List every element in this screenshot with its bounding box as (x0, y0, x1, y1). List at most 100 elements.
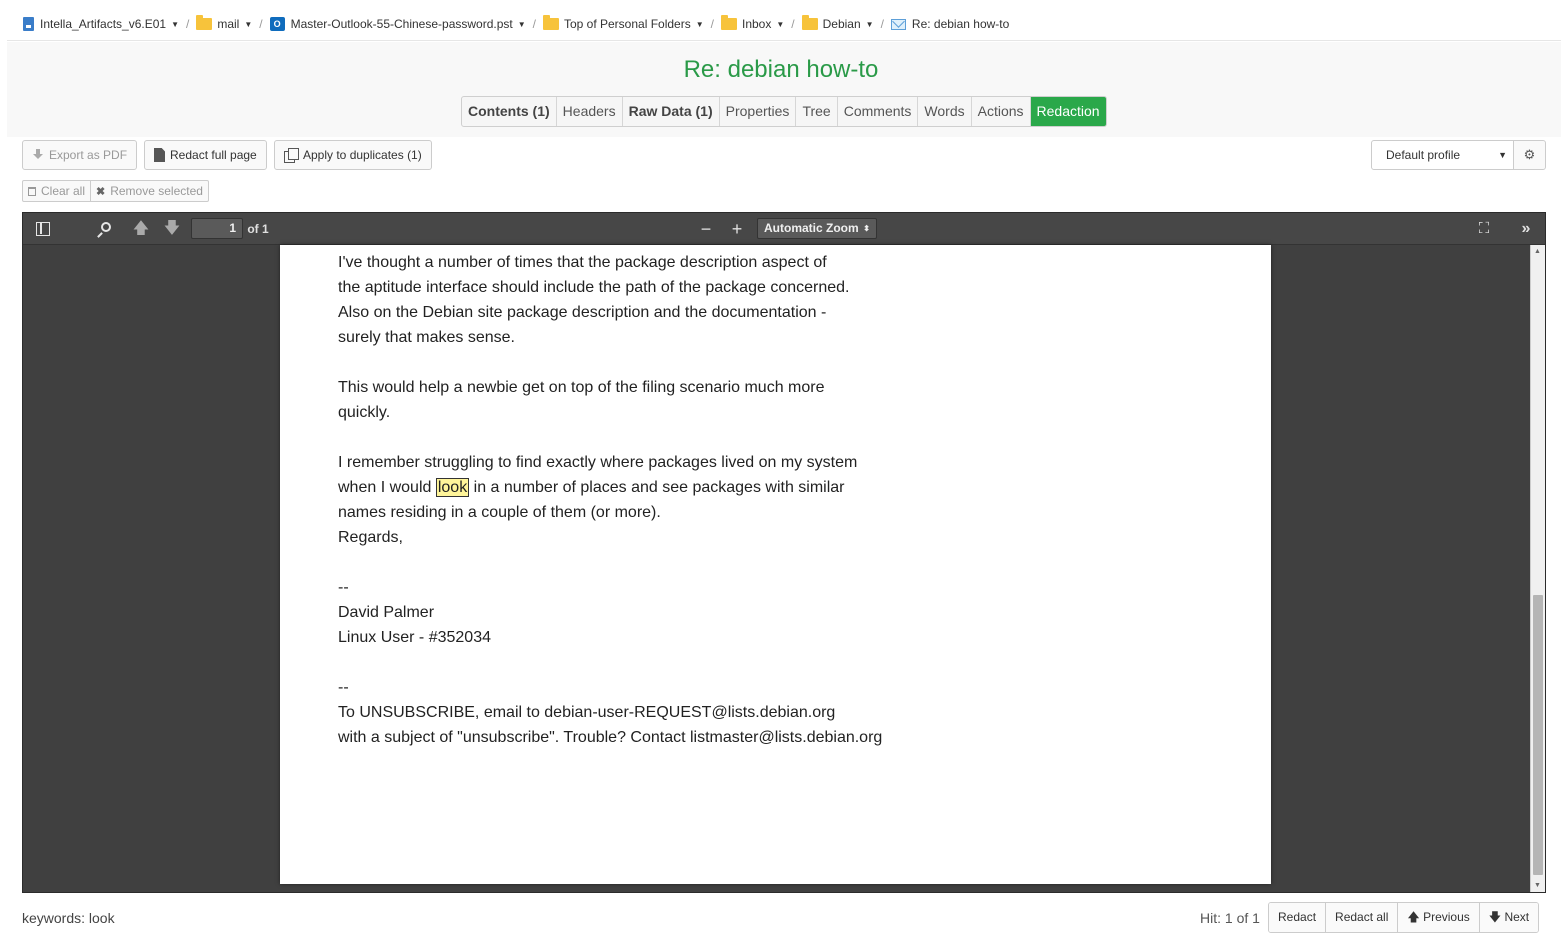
apply-to-duplicates-label: Apply to duplicates (1) (303, 148, 422, 162)
breadcrumb-item-evidence[interactable]: Intella_Artifacts_v6.E01 ▼ (23, 17, 179, 31)
body-line: surely that makes sense. (338, 329, 515, 346)
email-icon (890, 18, 906, 30)
disk-image-icon (23, 17, 34, 31)
pdf-toolbar: 🡅 🡇 1 of 1 − + Automatic Zoom ⬍ ⛶ » (23, 213, 1545, 245)
redaction-profile-select[interactable]: Default profile ▼ (1371, 140, 1514, 170)
tab-actions[interactable]: Actions (972, 97, 1031, 126)
body-line: David Palmer (338, 604, 435, 621)
next-label: Next (1504, 910, 1530, 924)
body-line: quickly. (338, 404, 391, 421)
double-chevron-right-icon[interactable]: » (1515, 213, 1537, 245)
pdf-page: I've thought a number of times that the … (280, 245, 1271, 884)
zoom-select[interactable]: Automatic Zoom ⬍ (757, 218, 877, 239)
tab-redaction[interactable]: Redaction (1030, 97, 1106, 126)
scroll-up-icon[interactable]: ▲ (1534, 248, 1541, 255)
profile-selected-value: Default profile (1386, 148, 1461, 162)
vertical-scrollbar[interactable]: ▲ ▼ (1530, 245, 1545, 892)
caret-down-icon[interactable]: ▼ (171, 20, 179, 29)
search-icon[interactable] (101, 222, 111, 232)
folder-icon (196, 15, 213, 30)
export-pdf-label: Export as PDF (49, 148, 128, 162)
hit-line-before: when I would (338, 479, 436, 496)
gear-icon: ⚙ (1523, 147, 1536, 162)
remove-selected-button[interactable]: ✖ Remove selected (90, 180, 209, 202)
clear-all-label: Clear all (41, 184, 86, 198)
breadcrumb-item-pst[interactable]: O Master-Outlook-55-Chinese-password.pst ▼ (269, 17, 526, 31)
chevron-updown-icon: ⬍ (863, 224, 870, 233)
arrow-down-icon[interactable]: 🡇 (162, 213, 182, 245)
caret-down-icon[interactable]: ▼ (518, 20, 526, 29)
file-icon (154, 148, 165, 162)
tab-headers[interactable]: Headers (557, 97, 623, 126)
breadcrumb-label: Re: debian how-to (911, 17, 1010, 31)
body-line (338, 650, 882, 675)
breadcrumb-label: Master-Outlook-55-Chinese-password.pst (290, 17, 513, 31)
arrow-up-icon[interactable]: 🡅 (131, 213, 151, 245)
fullscreen-icon[interactable]: ⛶ (1473, 213, 1495, 245)
download-icon (32, 149, 44, 161)
tab-contents[interactable]: Contents (1) (462, 97, 557, 126)
scrollbar-thumb[interactable] (1533, 595, 1543, 875)
breadcrumb-separator: / (880, 17, 884, 31)
zoom-value: Automatic Zoom (764, 221, 859, 235)
body-line: -- (338, 679, 349, 696)
body-line: I've thought a number of times that the … (338, 254, 827, 271)
body-line-with-hit: when I would look in a number of places … (338, 475, 882, 500)
apply-to-duplicates-button[interactable]: Apply to duplicates (1) (274, 140, 432, 170)
caret-down-icon[interactable]: ▼ (866, 20, 874, 29)
arrow-up-icon: 🡅 (1407, 910, 1420, 924)
tab-words[interactable]: Words (918, 97, 972, 126)
caret-down-icon[interactable]: ▼ (776, 20, 784, 29)
zoom-out-button[interactable]: − (696, 213, 716, 245)
clear-all-button[interactable]: Clear all (22, 180, 92, 202)
body-line: the aptitude interface should include th… (338, 279, 850, 296)
page-number-input[interactable]: 1 (191, 218, 243, 239)
redact-full-page-button[interactable]: Redact full page (144, 140, 267, 170)
body-line: -- (338, 579, 349, 596)
export-pdf-button[interactable]: Export as PDF (22, 140, 138, 170)
tab-properties[interactable]: Properties (720, 97, 797, 126)
body-line: names residing in a couple of them (or m… (338, 504, 661, 521)
profile-settings-button[interactable]: ⚙ (1513, 140, 1546, 170)
tab-tree[interactable]: Tree (796, 97, 838, 126)
breadcrumb-item-mail[interactable]: mail ▼ (196, 15, 252, 31)
breadcrumb-label: Debian (822, 17, 861, 31)
breadcrumb-separator: / (710, 17, 714, 31)
body-line: with a subject of "unsubscribe". Trouble… (338, 729, 883, 746)
breadcrumb-item-debian[interactable]: Debian ▼ (801, 15, 874, 31)
body-line: Linux User - #352034 (338, 629, 491, 646)
redact-button[interactable]: Redact (1269, 903, 1327, 932)
body-line: I remember struggling to find exactly wh… (338, 454, 858, 471)
body-line: To UNSUBSCRIBE, email to debian-user-REQ… (338, 704, 836, 721)
breadcrumb-label: Inbox (741, 17, 772, 31)
previous-hit-button[interactable]: 🡅 Previous (1398, 903, 1480, 932)
redact-full-page-label: Redact full page (170, 148, 257, 162)
breadcrumb-separator: / (259, 17, 263, 31)
caret-down-icon[interactable]: ▼ (244, 20, 252, 29)
hit-line-after: in a number of places and see packages w… (469, 479, 845, 496)
breadcrumb-item-top-folders[interactable]: Top of Personal Folders ▼ (542, 15, 704, 31)
scroll-down-icon[interactable]: ▼ (1534, 882, 1541, 889)
hit-counter: Hit: 1 of 1 (1200, 910, 1260, 926)
breadcrumb-label: mail (217, 17, 240, 31)
keyword-hit-highlight[interactable]: look (435, 478, 470, 497)
copy-icon (284, 148, 299, 163)
pdf-viewer: 🡅 🡇 1 of 1 − + Automatic Zoom ⬍ ⛶ » I've… (22, 212, 1546, 893)
folder-icon (542, 15, 559, 30)
email-body: I've thought a number of times that the … (338, 250, 882, 750)
hit-navigation: Redact Redact all 🡅 Previous 🡇 Next (1268, 902, 1540, 933)
zoom-in-button[interactable]: + (727, 213, 747, 245)
breadcrumb-separator: / (791, 17, 795, 31)
tab-raw-data[interactable]: Raw Data (1) (623, 97, 720, 126)
body-line (338, 350, 882, 375)
next-hit-button[interactable]: 🡇 Next (1479, 903, 1539, 932)
breadcrumb: Intella_Artifacts_v6.E01 ▼ / mail ▼ / O Mas… (7, 8, 1561, 41)
redact-all-button[interactable]: Redact all (1326, 903, 1399, 932)
chevron-down-icon: ▼ (1498, 150, 1507, 160)
caret-down-icon[interactable]: ▼ (696, 20, 704, 29)
body-line (338, 550, 882, 575)
tab-comments[interactable]: Comments (838, 97, 919, 126)
page-title: Re: debian how-to (683, 56, 879, 83)
breadcrumb-item-inbox[interactable]: Inbox ▼ (720, 15, 784, 31)
sidebar-toggle-icon[interactable] (36, 222, 50, 236)
